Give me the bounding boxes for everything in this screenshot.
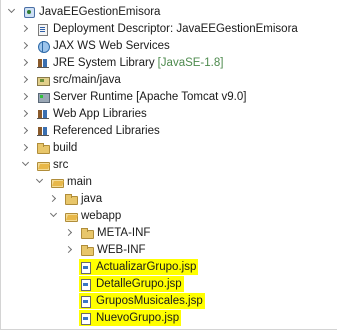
tree-item-referenced-libraries[interactable]: Referenced Libraries xyxy=(21,123,160,139)
chevron-right-icon[interactable] xyxy=(65,245,75,255)
jre-version-suffix: [JavaSE-1.8] xyxy=(157,57,224,69)
highlight-marker: GruposMusicales.jsp xyxy=(79,293,205,309)
folder-icon xyxy=(36,142,50,154)
chevron-down-icon[interactable] xyxy=(21,160,31,170)
jsp-file-icon xyxy=(79,261,93,274)
library-icon xyxy=(36,108,50,120)
tree-item-jax-ws[interactable]: JAX WS Web Services xyxy=(21,38,170,54)
chevron-right-icon[interactable] xyxy=(21,126,31,136)
tree-item-label: JAX WS Web Services xyxy=(53,40,170,52)
library-icon xyxy=(36,125,50,137)
tree-item-label: build xyxy=(53,142,78,154)
folder-icon xyxy=(80,244,94,256)
jsp-file-icon xyxy=(79,278,93,291)
jsp-file-icon xyxy=(79,312,93,325)
tree-item-project[interactable]: JavaEEGestionEmisora xyxy=(7,4,160,20)
tree-item-src[interactable]: src xyxy=(21,157,68,173)
tree-item-label: src/main/java xyxy=(53,74,121,86)
highlight-marker: ActualizarGrupo.jsp xyxy=(79,259,199,275)
tree-item-label: main xyxy=(67,176,92,188)
chevron-right-icon[interactable] xyxy=(21,92,31,102)
highlight-marker: DetalleGrupo.jsp xyxy=(79,276,184,292)
jsp-file-icon xyxy=(79,295,93,308)
tree-item-meta-inf[interactable]: META-INF xyxy=(65,225,150,241)
tree-item-build[interactable]: build xyxy=(21,140,77,156)
tree-item-web-inf[interactable]: WEB-INF xyxy=(65,242,146,258)
tree-item-label: Referenced Libraries xyxy=(53,125,160,137)
project-explorer-tree: JavaEEGestionEmisora Deployment Descript… xyxy=(0,0,337,330)
chevron-down-icon[interactable] xyxy=(7,7,17,17)
folder-icon xyxy=(80,227,94,239)
tree-item-grupos-musicales-jsp[interactable]: GruposMusicales.jsp xyxy=(79,293,205,309)
chevron-right-icon[interactable] xyxy=(21,41,31,51)
tree-item-webapp[interactable]: webapp xyxy=(49,208,121,224)
tree-item-web-app-libraries[interactable]: Web App Libraries xyxy=(21,106,147,122)
tree-item-jre-library[interactable]: JRE System Library [JavaSE-1.8] xyxy=(21,55,223,71)
chevron-right-icon[interactable] xyxy=(49,194,59,204)
folder-open-icon xyxy=(50,176,64,188)
tree-item-label: DetalleGrupo.jsp xyxy=(96,276,184,292)
tree-item-main[interactable]: main xyxy=(35,174,92,190)
tree-item-label: ActualizarGrupo.jsp xyxy=(96,259,199,275)
tree-item-java[interactable]: java xyxy=(49,191,102,207)
tree-item-label: NuevoGrupo.jsp xyxy=(96,310,182,326)
tree-item-actualizar-grupo-jsp[interactable]: ActualizarGrupo.jsp xyxy=(79,259,199,275)
chevron-right-icon[interactable] xyxy=(21,58,31,68)
chevron-down-icon[interactable] xyxy=(49,211,59,221)
chevron-down-icon[interactable] xyxy=(35,177,45,187)
highlight-marker: NuevoGrupo.jsp xyxy=(79,310,182,326)
tree-item-label: JavaEEGestionEmisora xyxy=(39,6,161,18)
web-services-icon xyxy=(36,40,50,53)
tree-item-nuevo-grupo-jsp[interactable]: NuevoGrupo.jsp xyxy=(79,310,182,326)
chevron-right-icon[interactable] xyxy=(65,228,75,238)
tree-item-src-main-java[interactable]: src/main/java xyxy=(21,72,121,88)
library-icon xyxy=(36,57,50,69)
folder-open-icon xyxy=(36,159,50,171)
tree-item-server-runtime[interactable]: Server Runtime [Apache Tomcat v9.0] xyxy=(21,89,246,105)
tree-item-label: java xyxy=(81,193,103,205)
tree-item-label: JRE System Library xyxy=(53,57,155,69)
tree-item-deployment-descriptor[interactable]: Deployment Descriptor: JavaEEGestionEmis… xyxy=(21,21,298,37)
tree-item-label: GruposMusicales.jsp xyxy=(96,293,205,309)
tree-item-label: webapp xyxy=(81,210,122,222)
source-folder-icon xyxy=(36,74,50,86)
tree-item-label: Web App Libraries xyxy=(53,108,147,120)
tree-item-label: Server Runtime [Apache Tomcat v9.0] xyxy=(53,91,247,103)
server-runtime-icon xyxy=(36,91,50,103)
tree-item-detalle-grupo-jsp[interactable]: DetalleGrupo.jsp xyxy=(79,276,184,292)
tree-item-label: WEB-INF xyxy=(97,244,146,256)
chevron-right-icon[interactable] xyxy=(21,143,31,153)
project-icon xyxy=(22,6,36,18)
chevron-right-icon[interactable] xyxy=(21,109,31,119)
folder-icon xyxy=(64,193,78,205)
tree-item-label: META-INF xyxy=(97,227,151,239)
folder-open-icon xyxy=(64,210,78,222)
chevron-right-icon[interactable] xyxy=(21,24,31,34)
deployment-descriptor-icon xyxy=(36,23,50,36)
chevron-right-icon[interactable] xyxy=(21,75,31,85)
tree-item-label: Deployment Descriptor: JavaEEGestionEmis… xyxy=(53,23,298,35)
tree-item-label: src xyxy=(53,159,69,171)
